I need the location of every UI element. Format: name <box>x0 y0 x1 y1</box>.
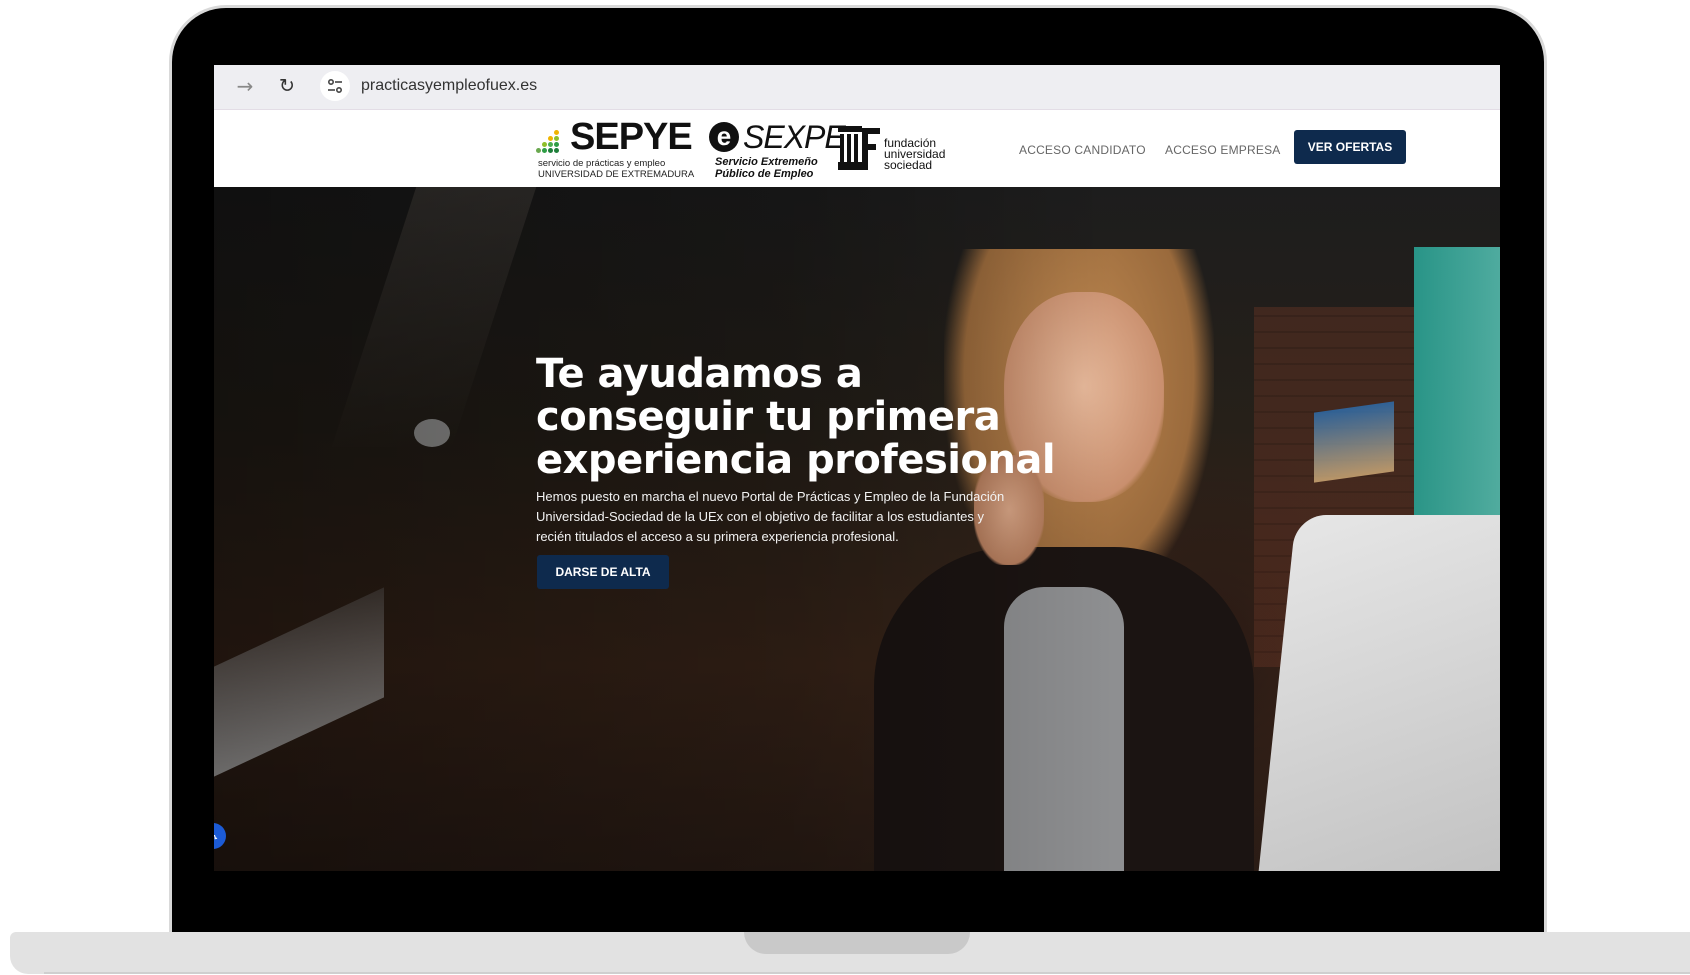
fundacion-logo[interactable]: fundación universidad sociedad <box>836 124 956 174</box>
hero-title-line2: conseguir tu primera <box>536 394 1001 440</box>
sexpe-e-icon: e <box>709 122 739 152</box>
sexpe-wordmark: SEXPE <box>743 119 846 155</box>
nav-acceso-empresa[interactable]: ACCESO EMPRESA <box>1165 143 1281 157</box>
sexpe-subtitle-line1: Servicio Extremeño <box>715 156 818 168</box>
laptop-base-shadow <box>44 972 1690 974</box>
forward-arrow-icon[interactable]: → <box>234 75 256 97</box>
laptop-notch <box>744 932 970 954</box>
ver-ofertas-button[interactable]: VER OFERTAS <box>1294 130 1406 164</box>
hero-title: Te ayudamos a conseguir tu primera exper… <box>536 353 1096 482</box>
address-bar[interactable]: practicasyempleofuex.es <box>361 77 537 95</box>
sepye-wordmark: SEPYE <box>570 116 693 158</box>
sepye-dots-icon <box>536 130 564 154</box>
site-info-button[interactable] <box>320 71 350 101</box>
sepye-subtitle-line1: servicio de prácticas y empleo <box>538 158 666 169</box>
tune-icon <box>328 79 342 93</box>
hero-section: Te ayudamos a conseguir tu primera exper… <box>214 187 1500 871</box>
darse-de-alta-button[interactable]: DARSE DE ALTA <box>537 555 669 589</box>
sexpe-logo[interactable]: e SEXPE Servicio Extremeño Público de Em… <box>709 118 846 180</box>
hero-title-line1: Te ayudamos a <box>536 351 863 397</box>
sexpe-subtitle-line2: Público de Empleo <box>715 168 814 180</box>
sexpe-subtitle: Servicio Extremeño Público de Empleo <box>715 156 818 180</box>
sepye-logo[interactable]: SEPYE servicio de prácticas y empleo UNI… <box>536 116 698 180</box>
hero-title-line3: experiencia profesional <box>536 437 1056 483</box>
reload-icon[interactable]: ↻ <box>276 75 298 97</box>
fundacion-uex-icon <box>838 126 880 170</box>
hero-description: Hemos puesto en marcha el nuevo Portal d… <box>536 489 1005 544</box>
nav-acceso-candidato[interactable]: ACCESO CANDIDATO <box>1019 143 1146 157</box>
site-header: SEPYE servicio de prácticas y empleo UNI… <box>214 110 1500 186</box>
sepye-subtitle-line2: UNIVERSIDAD DE EXTREMADURA <box>538 169 695 180</box>
sepye-subtitle: servicio de prácticas y empleo UNIVERSID… <box>538 158 694 180</box>
browser-toolbar: → ↻ practicasyempleofuex.es <box>214 65 1500 110</box>
fundacion-text: fundación universidad sociedad <box>884 137 945 172</box>
laptop-screen: → ↻ practicasyempleofuex.es SEPYE servic… <box>214 65 1500 871</box>
fundacion-line3: sociedad <box>884 158 933 172</box>
